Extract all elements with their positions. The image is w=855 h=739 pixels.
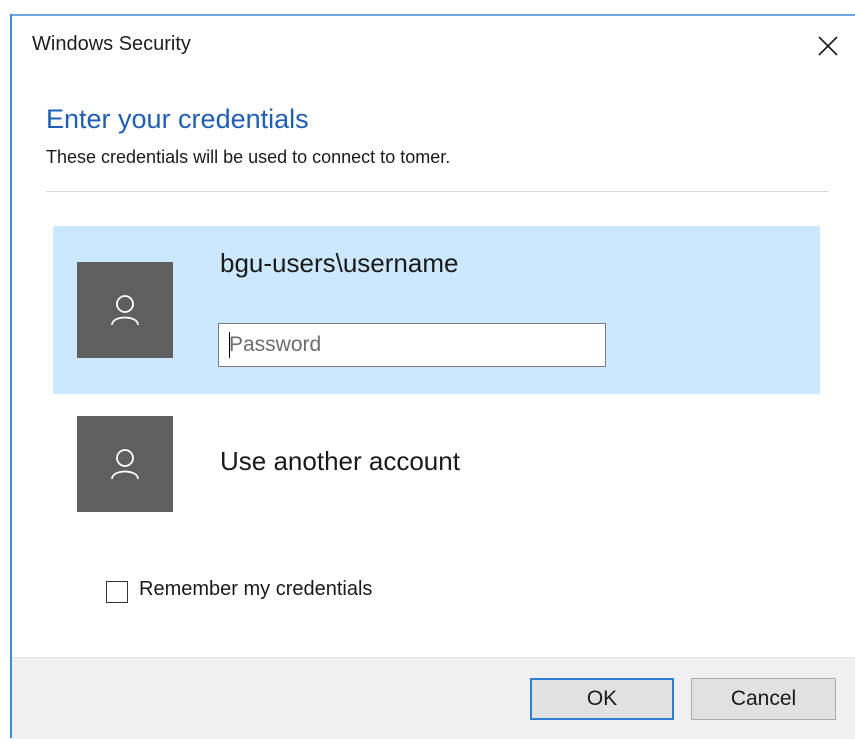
header-divider <box>46 191 828 192</box>
account-username: bgu-users\username <box>220 248 459 278</box>
dialog-subheading: These credentials will be used to connec… <box>46 147 451 167</box>
window-title: Windows Security <box>32 33 191 55</box>
password-input[interactable] <box>218 323 606 367</box>
dialog-heading: Enter your credentials <box>46 104 309 134</box>
use-another-account-label: Use another account <box>220 446 460 476</box>
user-icon <box>111 295 139 326</box>
window-border-top <box>10 14 855 16</box>
window-border-left <box>10 14 12 738</box>
credentials-dialog: Windows Security Enter your credentials … <box>0 0 855 739</box>
remember-label[interactable]: Remember my credentials <box>139 578 372 601</box>
ok-button[interactable]: OK <box>530 678 674 720</box>
remember-checkbox[interactable] <box>106 581 128 603</box>
close-icon <box>818 36 838 56</box>
close-button[interactable] <box>808 26 848 66</box>
cancel-button[interactable]: Cancel <box>691 678 836 720</box>
text-caret <box>229 332 230 358</box>
user-icon <box>111 449 139 480</box>
avatar <box>77 262 173 358</box>
avatar <box>77 416 173 512</box>
